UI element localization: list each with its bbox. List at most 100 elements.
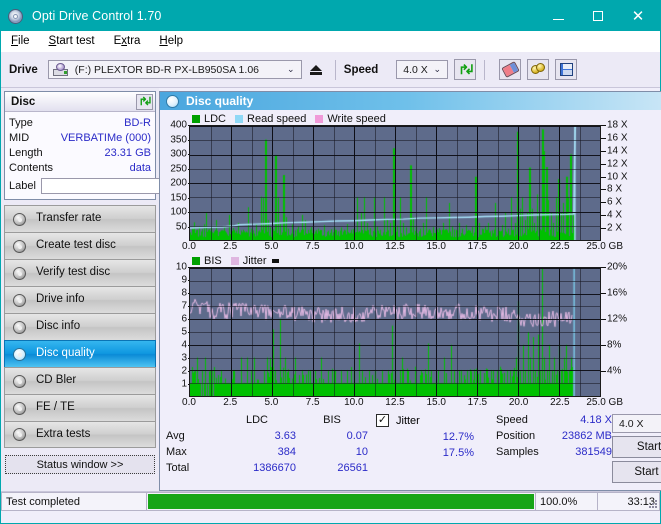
jitter-label: Jitter bbox=[396, 414, 420, 427]
y-tick-label: 200 bbox=[170, 177, 187, 189]
disc-label-key: Label bbox=[9, 180, 36, 192]
minimize-button[interactable] bbox=[538, 1, 578, 31]
stats-corner bbox=[166, 414, 218, 426]
x-tick-label: 10.0 bbox=[344, 397, 364, 408]
erase-button[interactable] bbox=[499, 59, 522, 80]
menu-help[interactable]: Help bbox=[159, 35, 183, 47]
window-title: Opti Drive Control 1.70 bbox=[32, 9, 162, 23]
ldc-x-axis: 0.0 2.5 5.0 7.5 10.0 12.5 15.0 17.5 20.0 22.5 25.0… bbox=[182, 241, 623, 254]
sidebar-item-label: Extra tests bbox=[36, 427, 91, 440]
sidebar-item-disc-quality[interactable]: Disc quality bbox=[4, 340, 156, 367]
x-tick-label: 20.0 bbox=[508, 241, 529, 252]
y2-tick bbox=[601, 267, 606, 268]
disc-icon bbox=[166, 94, 179, 108]
legend-item-bis: BIS bbox=[192, 255, 222, 267]
sidebar-item-cd-bler[interactable]: CD Bler bbox=[4, 367, 156, 394]
ldc-plot bbox=[189, 125, 601, 241]
start-full-button[interactable]: Start full bbox=[612, 436, 661, 458]
sidebar-item-drive-info[interactable]: Drive info bbox=[4, 286, 156, 313]
bis-chart-row: 1 2 3 4 5 6 7 8 9 10 4% 8% 12% 16% 20% bbox=[162, 262, 661, 397]
eject-button[interactable] bbox=[305, 59, 327, 80]
y2-tick-label: 2 X bbox=[607, 222, 623, 234]
y2-tick-label: 12 X bbox=[607, 158, 628, 170]
grid-line bbox=[190, 197, 600, 198]
menu-start-test[interactable]: Start test bbox=[49, 35, 95, 47]
resize-grip-icon[interactable] bbox=[648, 499, 657, 508]
body: Disc ↱ ↲ Type BD-R MID VERBATIMe (000) L… bbox=[1, 88, 661, 491]
compare-discs-button[interactable] bbox=[527, 59, 550, 80]
sidebar-item-verify-test-disc[interactable]: Verify test disc bbox=[4, 259, 156, 286]
grid-line bbox=[190, 268, 600, 269]
menu-bar: File Start test Extra Help bbox=[1, 31, 660, 52]
ldc-y-axis: 50 100 150 200 250 300 350 400 bbox=[162, 120, 192, 241]
title-bar: Opti Drive Control 1.70 ✕ bbox=[1, 1, 660, 31]
toolbar: Drive (F:) PLEXTOR BD-R PX-LB950SA 1.06 … bbox=[1, 52, 660, 88]
drive-select[interactable]: (F:) PLEXTOR BD-R PX-LB950SA 1.06 ⌄ bbox=[47, 60, 302, 79]
status-message: Test completed bbox=[1, 492, 147, 511]
sidebar-item-disc-info[interactable]: Disc info bbox=[4, 313, 156, 340]
sidebar-item-transfer-rate[interactable]: Transfer rate bbox=[4, 205, 156, 232]
toolbar-divider bbox=[334, 59, 336, 80]
sidebar-item-extra-tests[interactable]: Extra tests bbox=[4, 421, 156, 448]
y2-tick bbox=[601, 125, 606, 126]
sidebar-item-fe-te[interactable]: FE / TE bbox=[4, 394, 156, 421]
start-part-button[interactable]: Start part bbox=[612, 461, 661, 483]
x-tick-label: 12.5 bbox=[385, 241, 405, 252]
stats-row-max-ldc: 384 bbox=[277, 446, 296, 458]
disc-icon bbox=[13, 347, 28, 361]
menu-file[interactable]: File bbox=[11, 35, 30, 47]
y-tick-label: 4 bbox=[181, 339, 187, 351]
position-stat-label: Position bbox=[496, 430, 536, 442]
y2-tick-label: 16% bbox=[607, 287, 628, 299]
sidebar-item-create-test-disc[interactable]: Create test disc bbox=[4, 232, 156, 259]
y2-tick-label: 16 X bbox=[607, 132, 628, 144]
chevron-down-icon: ⌄ bbox=[287, 64, 295, 74]
speed-select-value: 4.0 X bbox=[403, 63, 428, 76]
refresh-button[interactable]: ↱ ↲ bbox=[454, 59, 477, 80]
sidebar-item-label: Verify test disc bbox=[36, 266, 111, 279]
jitter-block: ✓ Jitter 12.7% 17.5% bbox=[376, 414, 496, 488]
jitter-checkbox[interactable]: ✓ bbox=[376, 414, 389, 427]
disc-icon bbox=[13, 374, 28, 388]
disc-quality-panel: Disc quality LDC Read speed Write speed … bbox=[159, 91, 661, 491]
y-tick-label: 3 bbox=[181, 352, 187, 364]
stats-header-ldc: LDC bbox=[245, 414, 268, 426]
grid-line bbox=[190, 183, 600, 184]
speed-stat-value: 4.18 X bbox=[580, 414, 612, 426]
test-speed-select[interactable]: 4.0 X ⌄ bbox=[612, 414, 661, 433]
legend-swatch-read-speed bbox=[235, 114, 244, 123]
stats-row-max-bis: 10 bbox=[355, 446, 368, 458]
x-tick-label: 25.0 GB bbox=[586, 397, 624, 408]
y-tick-label: 1 bbox=[181, 378, 187, 390]
disc-card: Disc ↱ ↲ Type BD-R MID VERBATIMe (000) L… bbox=[4, 91, 242, 200]
menu-extra-rest: tra bbox=[127, 35, 141, 47]
speed-select[interactable]: 4.0 X ⌄ bbox=[396, 60, 449, 79]
close-button[interactable]: ✕ bbox=[618, 1, 658, 31]
nav-list: Transfer rate Create test disc Verify te… bbox=[4, 205, 156, 448]
y2-tick-label: 4 X bbox=[607, 209, 623, 221]
refresh-icon: ↱ ↲ bbox=[138, 95, 153, 108]
disc-row-contents: Contents data bbox=[9, 160, 151, 175]
maximize-button[interactable] bbox=[578, 1, 618, 31]
grid-line bbox=[190, 212, 600, 213]
menu-extra[interactable]: Extra bbox=[114, 35, 141, 47]
disc-refresh-button[interactable]: ↱ ↲ bbox=[136, 93, 153, 110]
y2-tick-label: 6 X bbox=[607, 196, 623, 208]
y-tick-label: 250 bbox=[170, 163, 187, 174]
progress-bar bbox=[147, 492, 536, 511]
position-stat-value: 23862 MB bbox=[561, 430, 612, 442]
refresh-icon: ↱ ↲ bbox=[458, 61, 476, 77]
charts-area: LDC Read speed Write speed 50 100 150 200 25… bbox=[160, 110, 661, 410]
measurement-block: Speed 4.18 X Position 23862 MB Samples 3… bbox=[496, 414, 612, 488]
disc-row-type-key: Type bbox=[9, 116, 33, 129]
x-tick-label: 2.5 bbox=[223, 241, 238, 252]
disc-card-header: Disc ↱ ↲ bbox=[5, 92, 155, 112]
legend-swatch-jitter bbox=[230, 256, 239, 265]
save-button[interactable] bbox=[555, 59, 578, 80]
x-tick-label: 0.0 bbox=[182, 241, 196, 252]
samples-stat-value: 381549 bbox=[575, 446, 612, 458]
chevron-down-icon: ⌄ bbox=[433, 64, 442, 74]
status-window-button[interactable]: Status window >> bbox=[5, 455, 155, 474]
page-title: Disc quality bbox=[186, 94, 254, 108]
menu-help-rest: elp bbox=[167, 35, 184, 47]
